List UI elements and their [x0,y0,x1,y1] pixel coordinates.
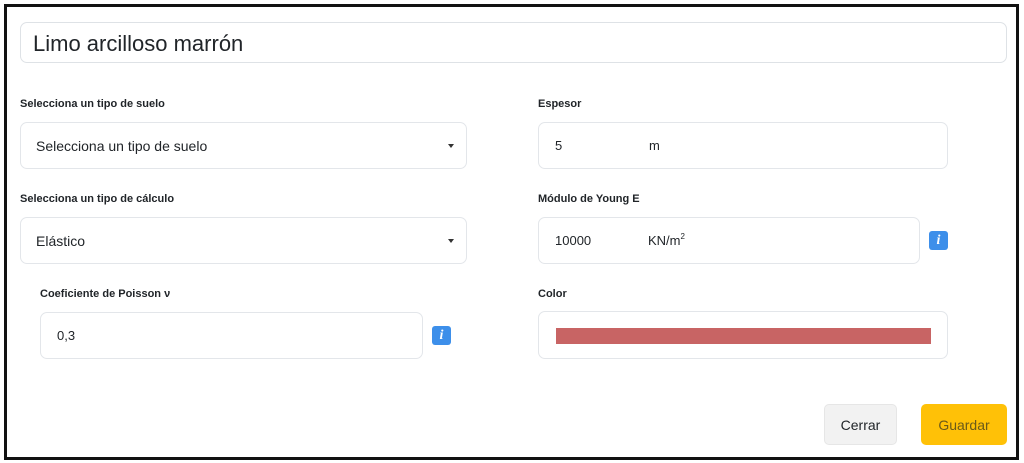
calc-type-selected-value: Elástico [36,232,86,249]
poisson-label: Coeficiente de Poisson ν [40,288,171,300]
young-modulus-value: 10000 [555,233,592,248]
young-modulus-label: Módulo de Young E [538,193,640,205]
young-modulus-unit: KN/m 2 [648,232,685,248]
color-picker[interactable] [538,311,948,359]
close-button[interactable]: Cerrar [824,404,897,445]
color-swatch [556,328,931,344]
soil-name-input[interactable]: Limo arcilloso marrón [20,22,1007,63]
thickness-value: 5 [555,138,563,153]
young-modulus-input[interactable]: 10000 KN/m 2 [538,217,920,264]
info-icon[interactable]: i [929,231,948,250]
thickness-label: Espesor [538,98,582,110]
save-button[interactable]: Guardar [921,404,1007,445]
calc-type-select[interactable]: Elástico [20,217,467,264]
color-label: Color [538,288,567,300]
calc-type-label: Selecciona un tipo de cálculo [20,193,175,205]
poisson-value: 0,3 [57,328,76,343]
soil-type-label: Selecciona un tipo de suelo [20,98,165,110]
poisson-input[interactable]: 0,3 [40,312,423,359]
chevron-down-icon [448,143,454,148]
thickness-unit: m [649,138,660,153]
thickness-input[interactable]: 5 m [538,122,948,169]
chevron-down-icon [448,238,454,243]
soil-type-selected-value: Selecciona un tipo de suelo [36,137,208,154]
info-icon[interactable]: i [432,326,451,345]
soil-type-select[interactable]: Selecciona un tipo de suelo [20,122,467,169]
